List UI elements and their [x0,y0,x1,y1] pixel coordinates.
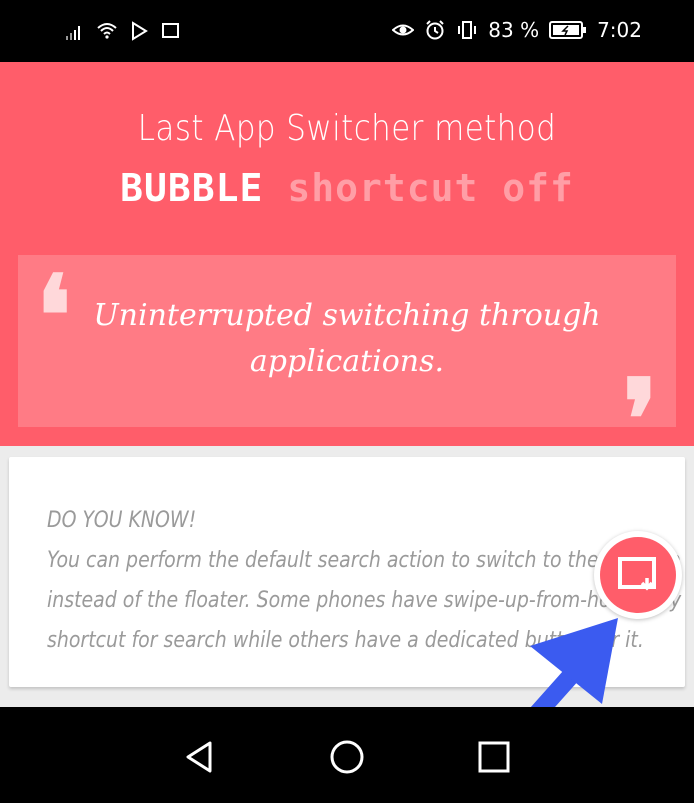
page-title: Last App Switcher method [137,108,557,149]
battery-percent: 83 % [488,18,540,42]
quote-box: ❛ Uninterrupted switching through applic… [18,251,676,475]
status-right: 83 % 7:02 [392,18,642,42]
last-app-icon [618,557,656,591]
quote-text: Uninterrupted switching through applicat… [93,298,601,379]
mode-subtitle: BUBBLE shortcut off [0,166,694,210]
signal-icon [66,26,80,40]
tip-line: You can perform the default search actio… [47,548,681,573]
open-quote-icon: ❛ [36,251,72,380]
navigation-bar [0,707,694,803]
play-icon [132,21,148,41]
screencast-icon [162,23,179,38]
home-icon[interactable] [327,737,367,777]
eye-icon [392,24,415,36]
status-bar: 83 % 7:02 [0,0,694,62]
mode-status: shortcut off [287,166,574,210]
back-icon[interactable] [180,737,220,777]
tip-line: shortcut for search while others have a … [47,628,644,653]
tip-line: instead of the floater. Some phones have… [47,588,682,613]
battery-icon [549,21,587,39]
vibrate-icon [458,21,477,39]
alarm-icon [426,20,444,40]
status-left-icons [64,20,182,42]
clock: 7:02 [597,18,642,42]
recents-icon[interactable] [474,737,514,777]
wifi-icon [97,23,117,39]
tip-text: DO YOU KNOW! You can perform the default… [47,501,682,661]
tip-heading: DO YOU KNOW! [47,508,197,533]
mode-label: BUBBLE [120,166,264,210]
